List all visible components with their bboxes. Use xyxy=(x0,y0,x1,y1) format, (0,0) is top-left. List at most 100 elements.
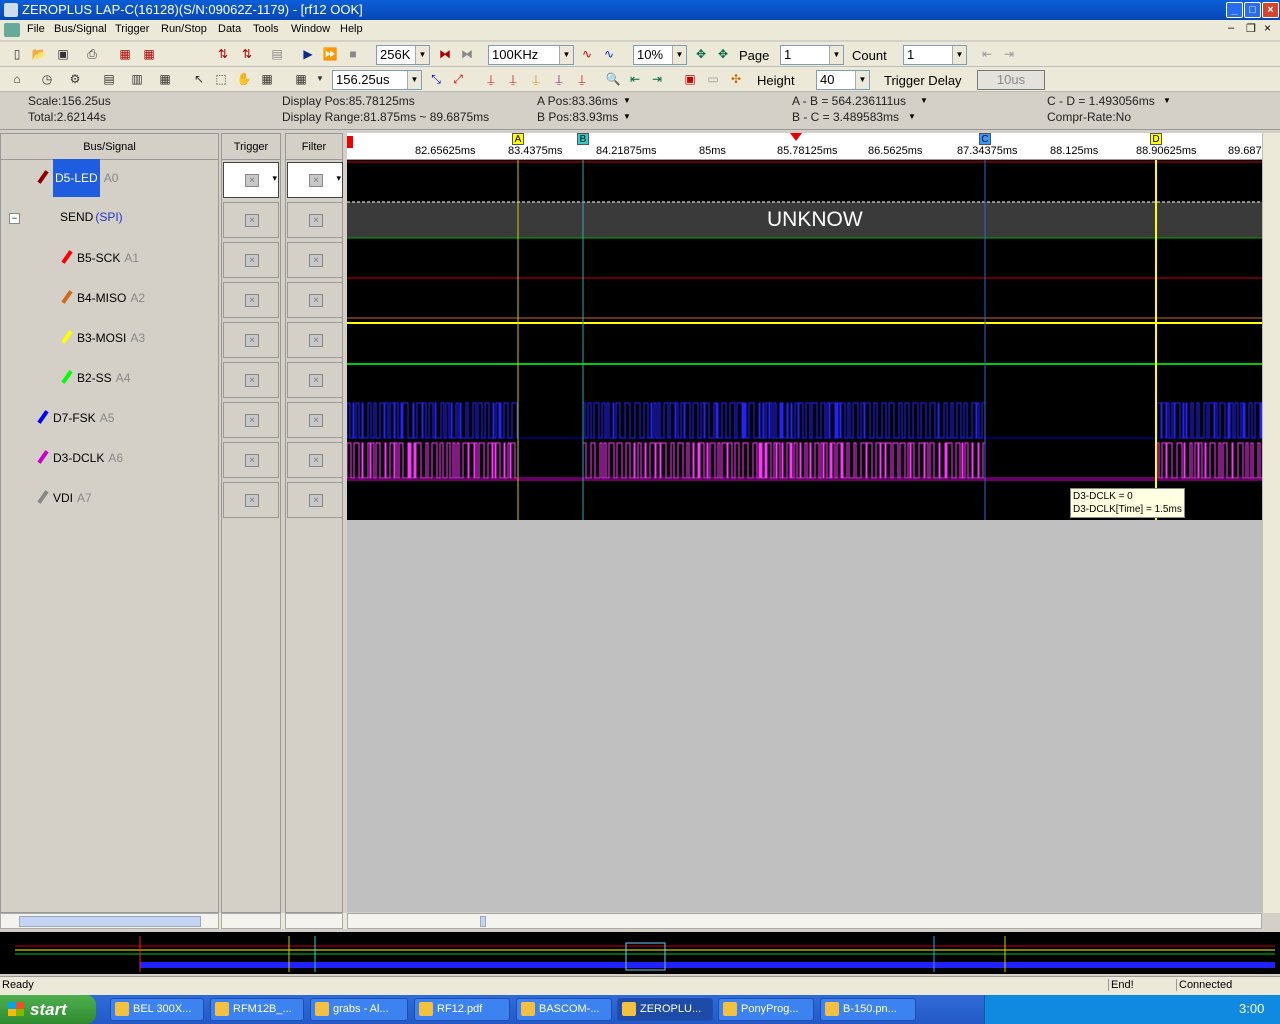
menu-file[interactable]: File xyxy=(27,23,45,35)
trigger-cell[interactable]: × xyxy=(223,482,279,518)
height-select[interactable]: 40 ▼ xyxy=(816,70,870,90)
home-icon[interactable]: ⌂ xyxy=(8,70,26,88)
scroll-thumb[interactable] xyxy=(480,916,486,927)
signal-scrollbar[interactable] xyxy=(0,913,219,929)
chevron-down-icon[interactable]: ▼ xyxy=(908,112,916,121)
bar-e-icon[interactable]: ⍊ xyxy=(573,70,591,88)
count-select[interactable]: 1 ▼ xyxy=(903,45,967,65)
zoom-out-icon[interactable]: ⤢ xyxy=(449,70,467,88)
taskbar-item[interactable]: grabs - Al... xyxy=(310,998,408,1021)
filter-cell[interactable]: × xyxy=(287,362,343,398)
start-button[interactable]: start xyxy=(0,995,96,1024)
jump-left-icon[interactable]: ⇤ xyxy=(626,70,644,88)
zoom-capture-icon[interactable]: ▦ xyxy=(140,45,158,63)
trig-capture-icon[interactable]: ⇅ xyxy=(214,45,232,63)
grid-icon[interactable]: ▦ xyxy=(292,70,310,88)
trigger-cell[interactable]: × xyxy=(223,362,279,398)
a-pos-info[interactable]: A Pos:83.36ms xyxy=(537,94,618,108)
filter-cell[interactable]: × xyxy=(287,322,343,358)
close-button[interactable]: × xyxy=(1262,2,1279,18)
hand-icon[interactable]: ✋ xyxy=(235,70,253,88)
signal-row-b3-mosi[interactable]: B3-MOSI A3 xyxy=(61,330,145,345)
memory-select[interactable]: 256K ▼ xyxy=(376,45,430,65)
bar-d-icon[interactable]: ⍊ xyxy=(550,70,568,88)
collapse-toggle-icon[interactable]: − xyxy=(9,213,20,224)
cursor-a-flag[interactable]: A xyxy=(512,133,524,145)
signal-row-vdi[interactable]: VDI A7 xyxy=(37,490,92,505)
trigger-cell[interactable]: × xyxy=(223,282,279,318)
signal-row-d7-fsk[interactable]: D7-FSK A5 xyxy=(37,410,114,425)
trigger-pos-select[interactable]: 10% ▼ xyxy=(633,45,687,65)
signal-row-b5-sck[interactable]: B5-SCK A1 xyxy=(61,250,139,265)
menu-bus-signal[interactable]: Bus/Signal xyxy=(54,23,107,35)
signal-row-send[interactable]: − SEND (SPI) xyxy=(9,210,123,224)
menu-tools[interactable]: Tools xyxy=(253,23,279,35)
search-icon[interactable]: 🔍 xyxy=(604,70,622,88)
filter-cell[interactable]: × ▾ xyxy=(287,162,343,198)
waveform-area[interactable]: UNKNOW D3-DCLK = 0 D3-DCLK[Time] = 1.5ms xyxy=(347,160,1262,520)
taskbar-item[interactable]: RF12.pdf xyxy=(414,998,510,1021)
wave-scrollbar[interactable] xyxy=(347,913,1262,929)
filter-cell[interactable]: × xyxy=(287,202,343,238)
chevron-down-icon[interactable]: ▼ xyxy=(920,96,928,105)
trigger-scrollbar[interactable] xyxy=(221,913,281,929)
filter-cell[interactable]: × xyxy=(287,442,343,478)
cursor-capture-icon[interactable]: ⇅ xyxy=(238,45,256,63)
bar-b-icon[interactable]: ⍊ xyxy=(504,70,522,88)
trigger-marker-icon[interactable]: ✣ xyxy=(727,70,745,88)
menu-data[interactable]: Data xyxy=(218,23,241,35)
capture-icon[interactable]: ▦ xyxy=(116,45,134,63)
jump-right-icon[interactable]: ⇥ xyxy=(648,70,666,88)
filter-scrollbar[interactable] xyxy=(285,913,343,929)
taskbar-item[interactable]: B-150.pn... xyxy=(820,998,916,1021)
open-icon[interactable]: 📂 xyxy=(30,45,48,63)
bar-a-icon[interactable]: ⍊ xyxy=(482,70,500,88)
menu-window[interactable]: Window xyxy=(291,23,330,35)
bus-icon[interactable]: ▭ xyxy=(704,70,722,88)
settings-icon[interactable]: ⚙ xyxy=(66,70,84,88)
page-select[interactable]: 1 ▼ xyxy=(780,45,844,65)
run-repeat-icon[interactable]: ⏩ xyxy=(321,45,339,63)
freq-marker2-icon[interactable]: ⧓ xyxy=(458,45,476,63)
taskbar-item[interactable]: ZEROPLU... xyxy=(617,998,713,1021)
trigger-cell[interactable]: × xyxy=(223,202,279,238)
c-d-info[interactable]: C - D = 1.493056ms xyxy=(1047,94,1155,108)
page-prev-icon[interactable]: ⇤ xyxy=(978,45,996,63)
clock-wave2-icon[interactable]: ∿ xyxy=(600,45,618,63)
cursor-c-flag[interactable]: C xyxy=(979,133,991,145)
filter-cell[interactable]: × xyxy=(287,282,343,318)
taskbar-item[interactable]: PonyProg... xyxy=(718,998,814,1021)
overview-strip[interactable] xyxy=(0,932,1280,974)
new-icon[interactable]: ▯ xyxy=(8,45,26,63)
taskbar-item[interactable]: BASCOM-... xyxy=(516,998,612,1021)
save-icon[interactable]: ▣ xyxy=(54,45,72,63)
filter-cell[interactable]: × xyxy=(287,402,343,438)
vertical-scrollbar[interactable] xyxy=(1262,133,1280,913)
bar-c-icon[interactable]: ⍊ xyxy=(527,70,545,88)
trigger-cell[interactable]: × xyxy=(223,322,279,358)
page-next-icon[interactable]: ⇥ xyxy=(1000,45,1018,63)
trigger-cell[interactable]: × ▾ xyxy=(223,162,279,198)
bus-list-icon[interactable]: ▥ xyxy=(128,70,146,88)
trigger-set-icon[interactable]: ▣ xyxy=(681,70,699,88)
signal-row-b4-miso[interactable]: B4-MISO A2 xyxy=(61,290,145,305)
clock-wave-icon[interactable]: ∿ xyxy=(578,45,596,63)
cursor-d-flag[interactable]: D xyxy=(1150,133,1162,145)
scroll-thumb[interactable] xyxy=(19,916,201,927)
mdi-restore-icon[interactable]: ❐ xyxy=(1246,22,1256,35)
signal-row-b2-ss[interactable]: B2-SS A4 xyxy=(61,370,130,385)
pointer-icon[interactable]: ↖ xyxy=(190,70,208,88)
taskbar-item[interactable]: RFM12B_... xyxy=(210,998,304,1021)
scale-select[interactable]: 156.25us ▼ xyxy=(332,70,422,90)
filter-cell[interactable]: × xyxy=(287,242,343,278)
run-icon[interactable]: ▶ xyxy=(299,45,317,63)
print-icon[interactable]: ⎙ xyxy=(83,45,101,63)
collapse-icon[interactable]: ✥ xyxy=(714,45,732,63)
select-icon[interactable]: ⬚ xyxy=(212,70,230,88)
chevron-down-icon[interactable]: ▼ xyxy=(623,96,631,105)
mdi-minimize-icon[interactable]: – xyxy=(1228,22,1234,34)
frequency-select[interactable]: 100KHz ▼ xyxy=(488,45,574,65)
trigger-cell[interactable]: × xyxy=(223,442,279,478)
menu-run-stop[interactable]: Run/Stop xyxy=(161,23,207,35)
menu-help[interactable]: Help xyxy=(340,23,363,35)
